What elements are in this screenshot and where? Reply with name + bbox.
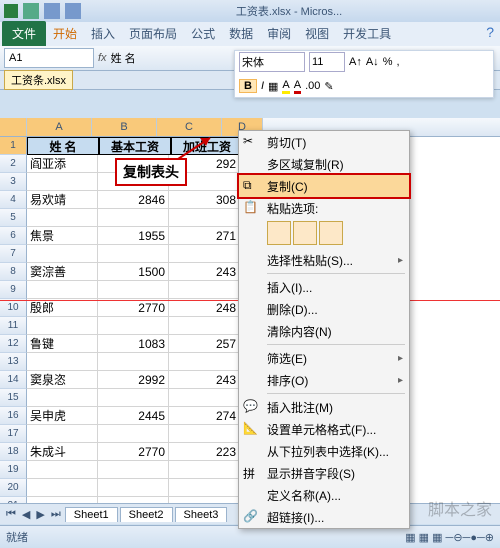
- formula-text[interactable]: 姓 名: [111, 50, 136, 66]
- tab-data[interactable]: 数据: [222, 21, 260, 46]
- menu-cut[interactable]: ✂剪切(T): [239, 131, 409, 153]
- redo-icon[interactable]: [65, 3, 81, 19]
- menu-hyperlink[interactable]: 🔗超链接(I)...: [239, 506, 409, 528]
- italic-button[interactable]: I: [261, 80, 264, 92]
- menu-pinyin[interactable]: 拼显示拼音字段(S): [239, 462, 409, 484]
- mini-toolbar[interactable]: A↑ A↓ % , B I ▦ A A .00 ✎: [234, 50, 494, 98]
- fill-color-icon[interactable]: A: [282, 79, 289, 94]
- paste-option-buttons[interactable]: [239, 219, 409, 249]
- status-text: 就绪: [6, 529, 28, 545]
- font-size[interactable]: [309, 52, 345, 72]
- scissors-icon: ✂: [243, 134, 259, 150]
- tab-layout[interactable]: 页面布局: [122, 21, 184, 46]
- col-B[interactable]: B: [92, 118, 157, 136]
- select-all[interactable]: [0, 118, 27, 136]
- tab-insert[interactable]: 插入: [84, 21, 122, 46]
- fx-icon[interactable]: fx: [98, 52, 107, 64]
- clipboard-icon: 📋: [243, 200, 259, 216]
- border-icon[interactable]: ▦: [268, 80, 278, 93]
- menu-copy[interactable]: ⧉复制(C): [237, 173, 411, 199]
- menu-clear[interactable]: 清除内容(N): [239, 320, 409, 342]
- name-box[interactable]: A1: [4, 48, 94, 68]
- sheet-nav-prev[interactable]: ◀: [20, 508, 32, 521]
- menu-define-name[interactable]: 定义名称(A)...: [239, 484, 409, 506]
- col-C[interactable]: C: [157, 118, 222, 136]
- font-name[interactable]: [239, 52, 305, 72]
- pinyin-icon: 拼: [243, 465, 259, 481]
- window-title: 工资表.xlsx - Micros...: [82, 3, 496, 19]
- menu-comment[interactable]: 💬插入批注(M): [239, 396, 409, 418]
- sheet-nav-first[interactable]: ⏮: [4, 508, 18, 521]
- sheet-nav-next[interactable]: ▶: [34, 508, 46, 521]
- undo-icon[interactable]: [44, 3, 60, 19]
- sheet-tab-2[interactable]: Sheet2: [120, 507, 173, 522]
- menu-sort[interactable]: 排序(O): [239, 369, 409, 391]
- help-icon[interactable]: ?: [486, 24, 494, 40]
- tab-formula[interactable]: 公式: [184, 21, 222, 46]
- sheet-tab-1[interactable]: Sheet1: [65, 507, 118, 522]
- menu-paste-special[interactable]: 选择性粘贴(S)...: [239, 249, 409, 271]
- context-menu[interactable]: ✂剪切(T) 多区域复制(R) ⧉复制(C) 📋粘贴选项: 选择性粘贴(S)..…: [238, 130, 410, 529]
- menu-insert[interactable]: 插入(I)...: [239, 276, 409, 298]
- comma-icon[interactable]: ,: [396, 56, 399, 68]
- menu-dropdown[interactable]: 从下拉列表中选择(K)...: [239, 440, 409, 462]
- workbook-tab[interactable]: 工资条.xlsx: [4, 70, 73, 90]
- format-painter-icon[interactable]: ✎: [324, 80, 333, 93]
- comment-icon: 💬: [243, 399, 259, 415]
- menu-delete[interactable]: 删除(D)...: [239, 298, 409, 320]
- tab-review[interactable]: 审阅: [260, 21, 298, 46]
- watermark: 脚本之家: [428, 496, 492, 520]
- menu-filter[interactable]: 筛选(E): [239, 347, 409, 369]
- zoom-controls[interactable]: ▦ ▦ ▦ ─⊖─●─⊕: [405, 531, 494, 544]
- quick-access-toolbar[interactable]: [22, 3, 82, 19]
- save-icon[interactable]: [23, 3, 39, 19]
- grow-font-icon[interactable]: A↑: [349, 56, 362, 68]
- col-A[interactable]: A: [27, 118, 92, 136]
- ribbon-tabs: 文件 开始 插入 页面布局 公式 数据 审阅 视图 开发工具 ?: [0, 22, 500, 46]
- menu-copy-region[interactable]: 多区域复制(R): [239, 153, 409, 175]
- sheet-tab-3[interactable]: Sheet3: [175, 507, 228, 522]
- tab-view[interactable]: 视图: [298, 21, 336, 46]
- menu-paste-options: 📋粘贴选项:: [239, 197, 409, 219]
- sheet-nav-last[interactable]: ⏭: [49, 508, 63, 521]
- title-bar: 工资表.xlsx - Micros...: [0, 0, 500, 22]
- bold-button[interactable]: B: [239, 79, 257, 93]
- annotation-callout: 复制表头: [115, 158, 187, 186]
- tab-home[interactable]: 开始: [46, 21, 84, 46]
- tab-dev[interactable]: 开发工具: [336, 21, 398, 46]
- menu-format-cells[interactable]: 📐设置单元格格式(F)...: [239, 418, 409, 440]
- font-color-icon[interactable]: A: [294, 79, 301, 94]
- app-icon: [4, 4, 18, 18]
- file-tab[interactable]: 文件: [2, 21, 46, 46]
- link-icon: 🔗: [243, 509, 259, 525]
- decimal-icon[interactable]: .00: [305, 80, 320, 92]
- copy-icon: ⧉: [243, 178, 259, 194]
- format-icon: 📐: [243, 421, 259, 437]
- shrink-font-icon[interactable]: A↓: [366, 56, 379, 68]
- percent-icon[interactable]: %: [383, 56, 393, 68]
